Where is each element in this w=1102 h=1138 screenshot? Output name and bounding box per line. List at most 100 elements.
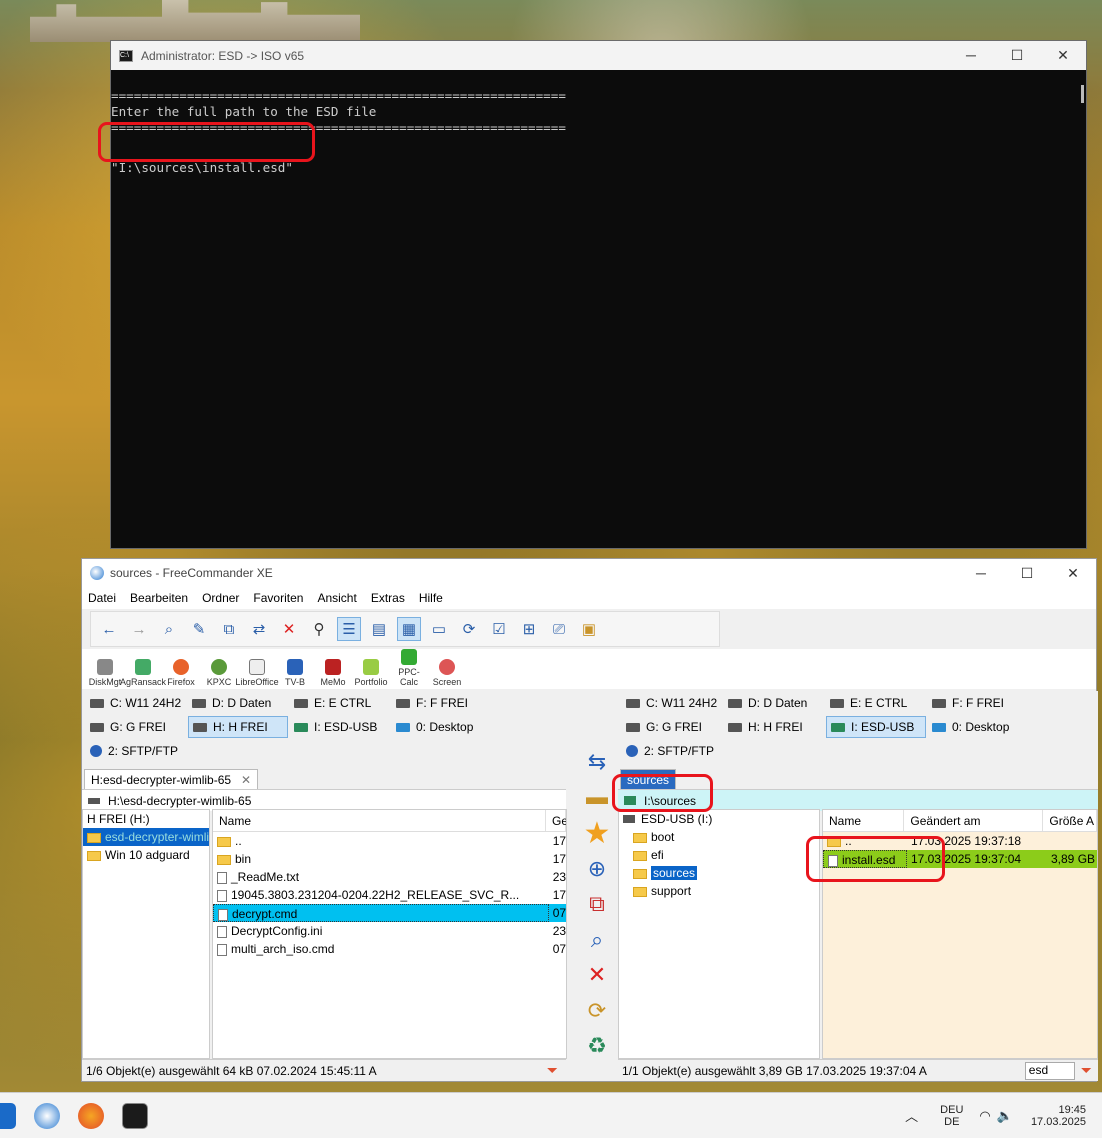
speaker-icon[interactable]: 🔈 — [997, 1108, 1013, 1124]
tree-item[interactable]: support — [619, 882, 819, 900]
drive-e[interactable]: E: E CTRL — [290, 692, 390, 714]
drive-f[interactable]: F: F FREI — [928, 692, 1028, 714]
app-memo[interactable]: MeMo — [314, 649, 352, 689]
binoculars-icon[interactable]: ⚲ — [307, 617, 331, 641]
drive-c[interactable]: C: W11 24H2 — [622, 692, 722, 714]
console-titlebar[interactable]: C:\ Administrator: ESD -> ISO v65 ─ ☐ ✕ — [111, 41, 1086, 70]
file-row[interactable]: multi_arch_iso.cmd 07 — [213, 940, 566, 958]
move-icon[interactable]: ⇄ — [247, 617, 271, 641]
drive-desktop[interactable]: 0: Desktop — [392, 716, 492, 738]
favorites-star-icon[interactable]: ★ — [582, 817, 612, 850]
view-details-icon[interactable]: ▦ — [397, 617, 421, 641]
console-scrollbar[interactable] — [1081, 85, 1084, 103]
tree-item[interactable]: Win 10 adguard — [83, 846, 209, 864]
view-tree-icon[interactable]: ☰ — [337, 617, 361, 641]
menu-favoriten[interactable]: Favoriten — [253, 591, 303, 605]
minimize-button[interactable]: ─ — [948, 47, 994, 64]
column-name[interactable]: Name — [823, 810, 905, 831]
drive-f[interactable]: F: F FREI — [392, 692, 492, 714]
copy-files-icon[interactable]: ⧉ — [582, 890, 612, 920]
column-size[interactable]: Größe A — [1043, 810, 1097, 831]
view-list-icon[interactable]: ▤ — [367, 617, 391, 641]
display-icon[interactable]: ⎚ — [547, 617, 571, 641]
chevron-up-icon[interactable]: ︿ — [905, 1106, 918, 1125]
edit-icon[interactable]: ✎ — [187, 617, 211, 641]
magnifier-icon[interactable]: ⌕ — [582, 925, 612, 955]
outlook-icon[interactable] — [0, 1102, 16, 1129]
tree-item[interactable]: H FREI (H:) — [83, 810, 209, 828]
drive-sftp[interactable]: 2: SFTP/FTP — [622, 740, 722, 762]
drive-c[interactable]: C: W11 24H2 — [86, 692, 186, 714]
file-row[interactable]: bin 17 — [213, 850, 566, 868]
left-tab[interactable]: H:esd-decrypter-wimlib-65 ✕ — [84, 769, 259, 789]
app-kpxc[interactable]: KPXC — [200, 649, 238, 689]
freecommander-taskbar-icon[interactable] — [34, 1102, 60, 1129]
app-screen[interactable]: Screen — [428, 649, 466, 689]
menu-hilfe[interactable]: Hilfe — [419, 591, 443, 605]
menu-ordner[interactable]: Ordner — [202, 591, 239, 605]
delete-icon[interactable]: ✕ — [277, 617, 301, 641]
tab-close-icon[interactable]: ✕ — [241, 773, 251, 787]
forward-arrow-icon[interactable]: → — [127, 617, 151, 641]
file-row[interactable]: 19045.3803.231204-0204.22H2_RELEASE_SVC_… — [213, 886, 566, 904]
filter-funnel-icon[interactable]: ⏷ — [547, 1062, 558, 1079]
layout-icon[interactable]: ⊞ — [517, 617, 541, 641]
file-row[interactable]: _ReadMe.txt 23 — [213, 868, 566, 886]
firefox-taskbar-icon[interactable] — [78, 1102, 104, 1129]
app-portfolio[interactable]: Portfolio — [352, 649, 390, 689]
menu-ansicht[interactable]: Ansicht — [317, 591, 356, 605]
compare-icon[interactable]: ⇆ — [582, 747, 612, 777]
new-file-icon[interactable]: ⊕ — [582, 854, 612, 884]
left-tree[interactable]: H FREI (H:) esd-decrypter-wimlib Win 10 … — [82, 809, 210, 1059]
wifi-icon[interactable]: ◠ — [979, 1108, 990, 1124]
app-ppc-calc[interactable]: PPC-Calc — [390, 649, 428, 689]
tree-item-selected[interactable]: sources — [619, 864, 819, 882]
select-icon[interactable]: ☑ — [487, 617, 511, 641]
column-name[interactable]: Name — [213, 810, 546, 831]
column-date[interactable]: Ge — [546, 810, 566, 831]
app-tvb[interactable]: TV-B — [276, 649, 314, 689]
tree-item-selected[interactable]: esd-decrypter-wimlib — [83, 828, 209, 846]
app-agransack[interactable]: AgRansack — [120, 649, 166, 689]
fc-titlebar[interactable]: sources - FreeCommander XE ─ ☐ ✕ — [82, 559, 1096, 587]
back-arrow-icon[interactable]: ← — [97, 617, 121, 641]
app-libreoffice[interactable]: LibreOffice — [235, 649, 279, 689]
tree-item[interactable]: efi — [619, 846, 819, 864]
column-modified[interactable]: Geändert am — [904, 810, 1044, 831]
close-button[interactable]: ✕ — [1040, 47, 1086, 64]
drive-sftp[interactable]: 2: SFTP/FTP — [86, 740, 186, 762]
folder-size-icon[interactable]: ▣ — [577, 617, 601, 641]
drive-e[interactable]: E: E CTRL — [826, 692, 926, 714]
file-row[interactable]: .. 17 — [213, 832, 566, 850]
drive-h[interactable]: H: H FREI — [188, 716, 288, 738]
language-indicator[interactable]: DEU DE — [940, 1104, 963, 1128]
file-row[interactable]: DecryptConfig.ini 23 — [213, 922, 566, 940]
menu-datei[interactable]: Datei — [88, 591, 116, 605]
left-path-bar[interactable]: H:\esd-decrypter-wimlib-65 — [82, 789, 566, 811]
maximize-button[interactable]: ☐ — [1004, 565, 1050, 582]
maximize-button[interactable]: ☐ — [994, 47, 1040, 64]
freecommander-window[interactable]: sources - FreeCommander XE ─ ☐ ✕ Datei B… — [81, 558, 1098, 1082]
sync-icon[interactable]: ⟳ — [457, 617, 481, 641]
filter-funnel-icon[interactable]: ⏷ — [1081, 1062, 1092, 1079]
tree-item[interactable]: ESD-USB (I:) — [619, 810, 819, 828]
drive-i[interactable]: I: ESD-USB — [290, 716, 390, 738]
terminal-taskbar-icon[interactable] — [122, 1102, 148, 1129]
refresh-folder-icon[interactable]: ⟳ — [582, 996, 612, 1026]
drive-g[interactable]: G: G FREI — [622, 716, 722, 738]
drive-i[interactable]: I: ESD-USB — [826, 716, 926, 738]
preview-icon[interactable]: ▭ — [427, 617, 451, 641]
menu-extras[interactable]: Extras — [371, 591, 405, 605]
clock[interactable]: 19:45 17.03.2025 — [1031, 1104, 1086, 1128]
app-firefox[interactable]: Firefox — [162, 649, 200, 689]
console-input-line[interactable]: "I:\sources\install.esd" — [111, 160, 1086, 176]
console-window[interactable]: C:\ Administrator: ESD -> ISO v65 ─ ☐ ✕ … — [110, 40, 1087, 549]
filter-input[interactable]: esd — [1024, 1061, 1075, 1080]
recycle-icon[interactable]: ♻ — [582, 1032, 612, 1062]
tree-item[interactable]: boot — [619, 828, 819, 846]
delete-x-icon[interactable]: ✕ — [582, 961, 612, 991]
drive-d[interactable]: D: D Daten — [188, 692, 288, 714]
copy-icon[interactable]: ⧉ — [217, 617, 241, 641]
right-tree[interactable]: ESD-USB (I:) boot efi sources support — [618, 809, 820, 1059]
drive-g[interactable]: G: G FREI — [86, 716, 186, 738]
